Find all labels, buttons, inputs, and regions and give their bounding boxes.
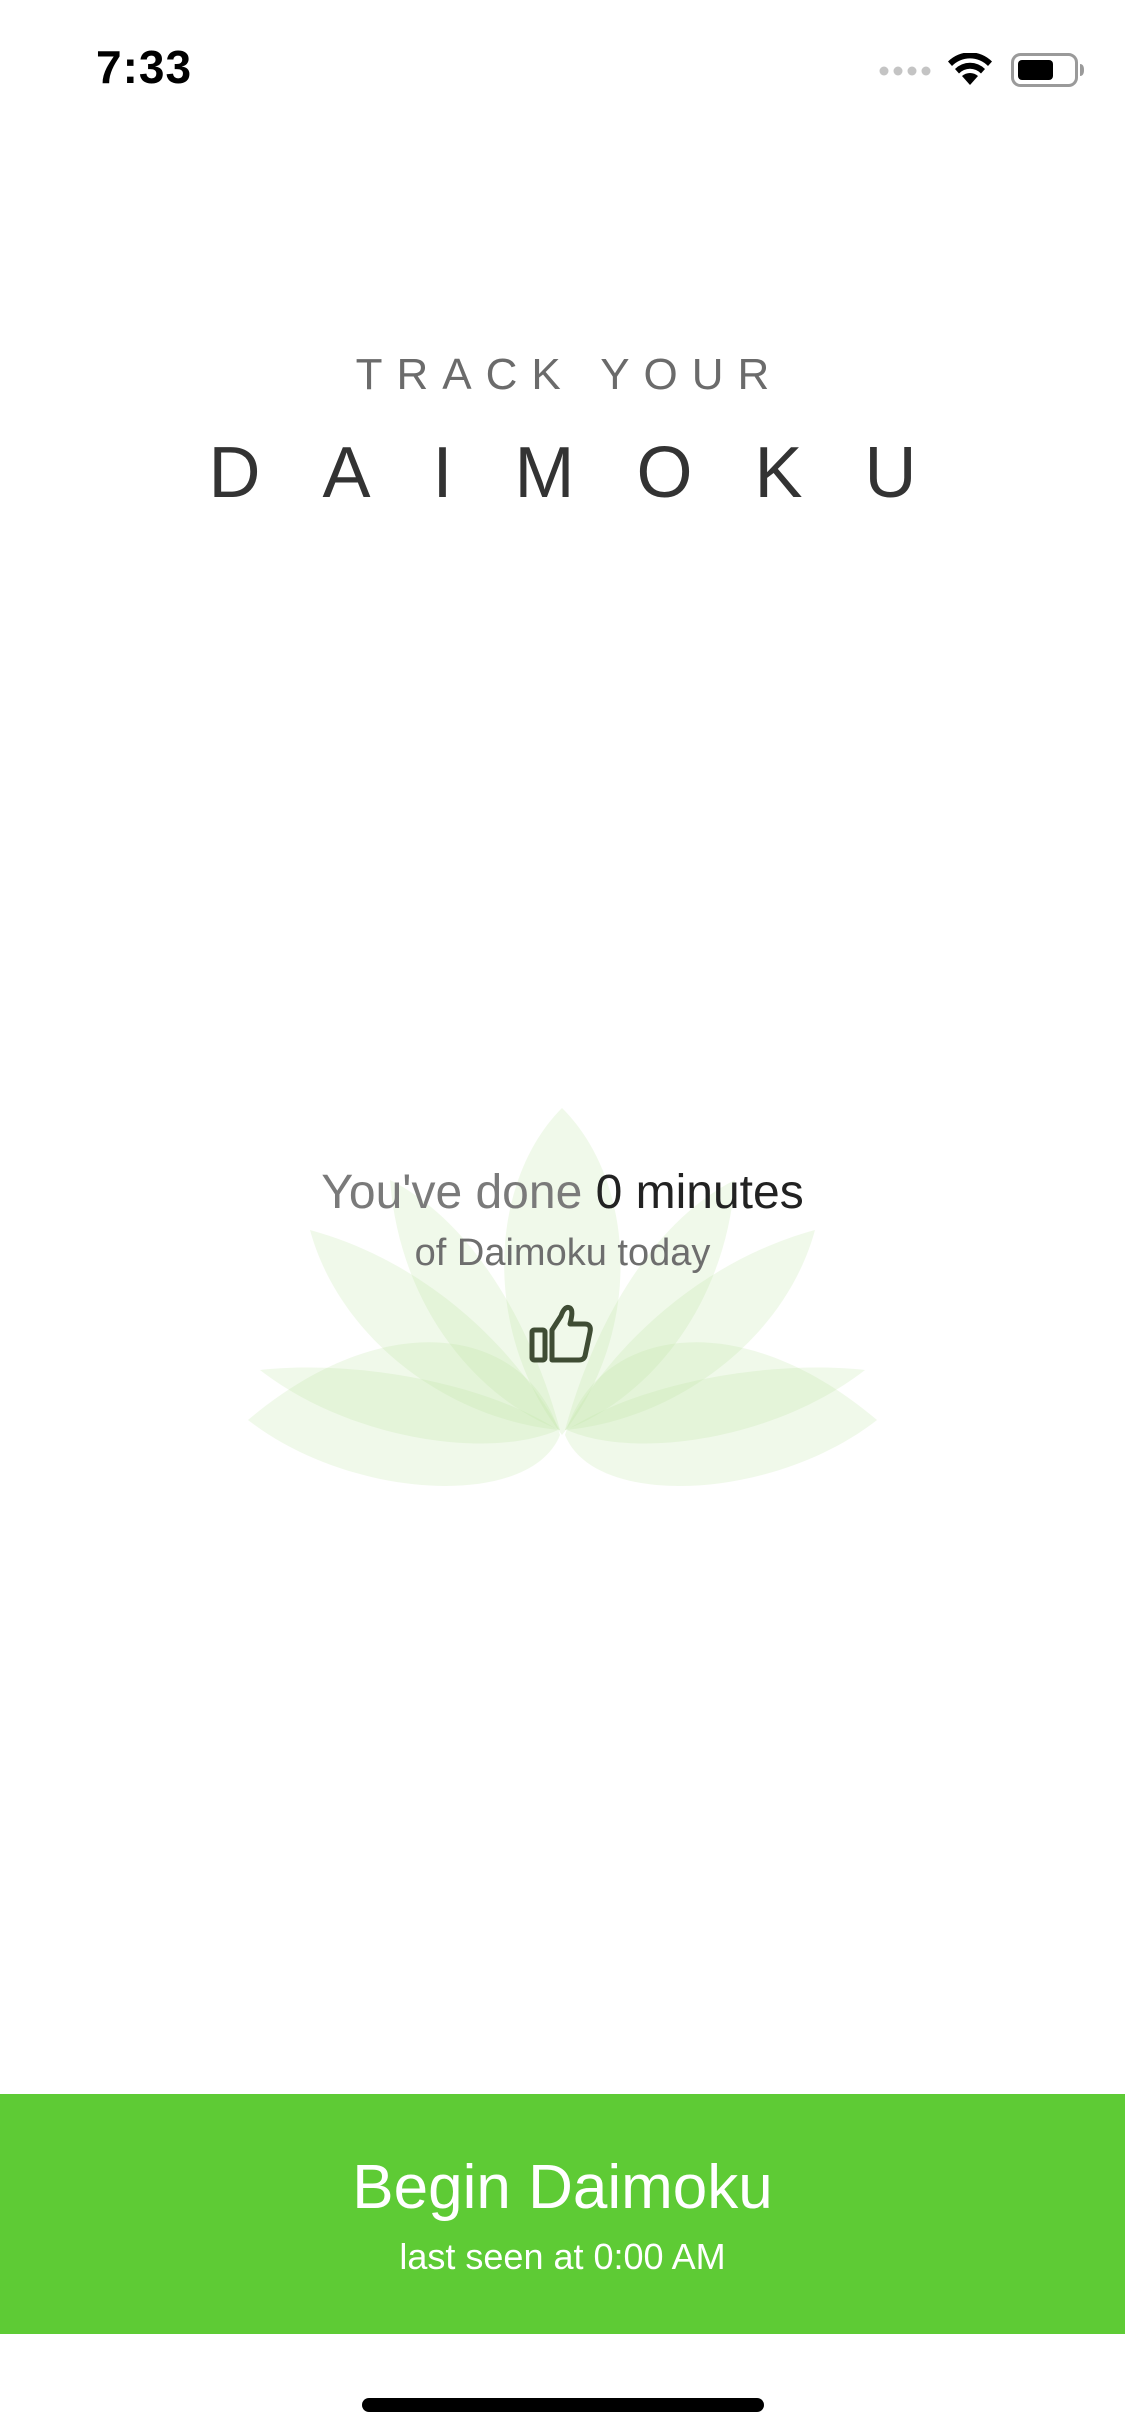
- begin-daimoku-button[interactable]: Begin Daimoku last seen at 0:00 AM: [0, 2094, 1125, 2334]
- minutes-summary: You've done 0 minutes: [0, 1165, 1125, 1220]
- home-indicator[interactable]: [362, 2398, 764, 2412]
- minutes-prefix: You've done: [321, 1166, 583, 1219]
- header-title: DAIMOKU: [208, 433, 979, 513]
- wifi-icon: [947, 53, 993, 87]
- header-subtitle: TRACK YOUR: [355, 350, 784, 399]
- last-seen-label: last seen at 0:00 AM: [399, 2236, 726, 2277]
- cellular-signal-icon: [879, 63, 933, 77]
- battery-icon: [1011, 53, 1085, 87]
- minutes-value: 0 minutes: [595, 1166, 804, 1219]
- status-time: 7:33: [96, 41, 193, 93]
- minutes-caption: of Daimoku today: [414, 1232, 711, 1274]
- begin-button-label: Begin Daimoku: [352, 2153, 773, 2222]
- status-icons: [879, 48, 1085, 92]
- lotus-icon: [230, 1080, 895, 1520]
- status-bar: 7:33: [0, 0, 1125, 140]
- thumbs-up-icon: [528, 1302, 594, 1368]
